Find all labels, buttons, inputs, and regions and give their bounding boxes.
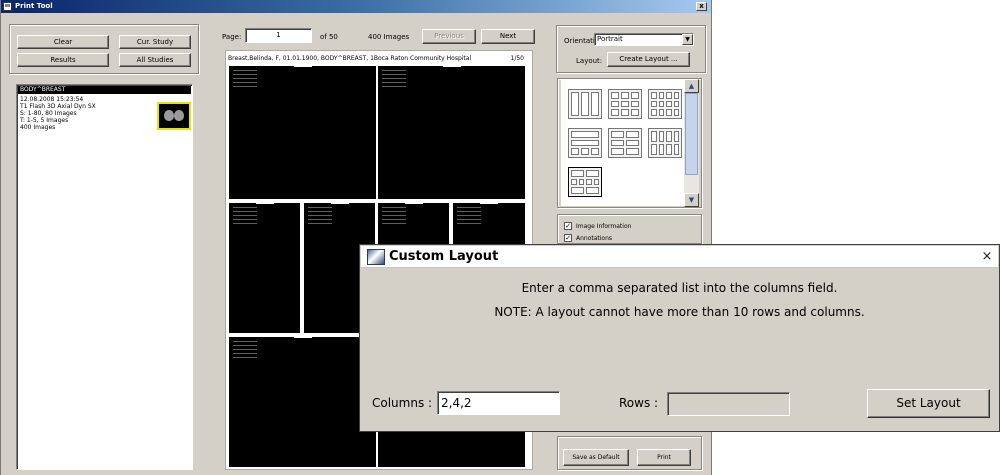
previous-button[interactable]: Previous bbox=[422, 29, 476, 44]
page-input[interactable]: 1 bbox=[245, 28, 312, 43]
study-list-item-header[interactable]: BODY^BREAST bbox=[18, 86, 191, 94]
results-button[interactable]: Results bbox=[17, 53, 109, 67]
orientation-select[interactable]: Portrait ▼ bbox=[594, 33, 694, 46]
study-list[interactable]: BODY^BREAST 12.08.2008 15:23:54 T1 Flash… bbox=[16, 84, 193, 470]
close-icon[interactable]: × bbox=[980, 250, 994, 264]
next-button[interactable]: Next bbox=[481, 29, 535, 44]
sheet-header: Breast,Belinda, F, 01.01.1900, BODY^BREA… bbox=[228, 55, 472, 62]
image-information-label: Image Information bbox=[576, 223, 632, 230]
cur-study-button[interactable]: Cur. Study bbox=[119, 35, 191, 49]
series-range: S: 1-80, 80 Images bbox=[20, 110, 77, 117]
custom-layout-icon bbox=[367, 249, 385, 265]
preview-image[interactable] bbox=[378, 65, 525, 199]
page-label: Page: bbox=[222, 33, 242, 41]
study-date: 12.08.2008 15:23:54 bbox=[20, 96, 84, 103]
layout-preset-4-columns-2-rows[interactable] bbox=[648, 128, 682, 158]
preview-image[interactable] bbox=[229, 65, 376, 199]
arrow-up-icon[interactable]: ▲ bbox=[684, 79, 699, 93]
preview-image[interactable] bbox=[229, 336, 376, 467]
print-button[interactable]: Print bbox=[637, 449, 691, 466]
dialog-title: Custom Layout bbox=[389, 249, 499, 264]
layout-preset-3-columns[interactable] bbox=[568, 89, 602, 119]
dialog-title-bar[interactable]: Custom Layout × bbox=[361, 246, 998, 268]
time-range: T: 1-5, 5 Images bbox=[20, 117, 69, 124]
window-title: Print Tool bbox=[15, 2, 53, 10]
print-tool-icon bbox=[3, 2, 12, 11]
title-bar[interactable]: Print Tool x bbox=[1, 0, 711, 13]
image-total: 400 Images bbox=[20, 124, 56, 131]
layout-scrollbar[interactable]: ▲ ▼ bbox=[684, 79, 699, 207]
set-layout-button[interactable]: Set Layout bbox=[867, 389, 990, 418]
annotations-checkbox[interactable]: ✓ bbox=[564, 234, 572, 242]
image-count: 400 Images bbox=[368, 33, 410, 41]
rows-label: Rows : bbox=[619, 396, 659, 410]
orientation-value: Portrait bbox=[597, 35, 623, 43]
sheet-page-indicator: 1/50 bbox=[510, 55, 524, 62]
custom-layout-dialog: Custom Layout × Enter a comma separated … bbox=[359, 244, 1000, 432]
series-name: T1 Flash 3D Axial Dyn SX bbox=[20, 103, 96, 110]
layout-preset-2x3[interactable] bbox=[608, 128, 642, 158]
close-icon[interactable]: x bbox=[696, 2, 707, 11]
dialog-instruction: Enter a comma separated list into the co… bbox=[521, 281, 838, 295]
layout-preset-3x3[interactable] bbox=[608, 89, 642, 119]
layout-presets-list[interactable] bbox=[561, 80, 685, 206]
arrow-down-icon[interactable]: ▼ bbox=[684, 193, 699, 207]
save-as-default-button[interactable]: Save as Default bbox=[563, 449, 629, 466]
series-thumbnail[interactable] bbox=[157, 102, 191, 130]
layout-preset-mixed-rows[interactable] bbox=[568, 128, 602, 158]
study-details[interactable]: 12.08.2008 15:23:54 T1 Flash 3D Axial Dy… bbox=[20, 96, 96, 131]
rows-input[interactable] bbox=[667, 392, 790, 416]
preview-image[interactable] bbox=[229, 202, 300, 333]
all-studies-button[interactable]: All Studies bbox=[119, 53, 191, 67]
clear-button[interactable]: Clear bbox=[17, 35, 109, 49]
layout-preset-4x3[interactable] bbox=[648, 89, 682, 119]
page-count: of 50 bbox=[320, 33, 338, 41]
layout-label: Layout: bbox=[576, 57, 603, 65]
create-layout-button[interactable]: Create Layout ... bbox=[607, 52, 690, 67]
image-information-checkbox[interactable]: ✓ bbox=[564, 222, 572, 230]
columns-label: Columns : bbox=[372, 396, 433, 410]
dialog-note: NOTE: A layout cannot have more than 10 … bbox=[494, 305, 865, 319]
annotations-label: Annotations bbox=[576, 235, 613, 242]
chevron-down-icon[interactable]: ▼ bbox=[682, 34, 693, 45]
columns-input[interactable]: 2,4,2 bbox=[437, 391, 560, 415]
scrollbar-thumb[interactable] bbox=[685, 93, 698, 175]
layout-preset-2-4-2-selected[interactable] bbox=[568, 167, 602, 197]
